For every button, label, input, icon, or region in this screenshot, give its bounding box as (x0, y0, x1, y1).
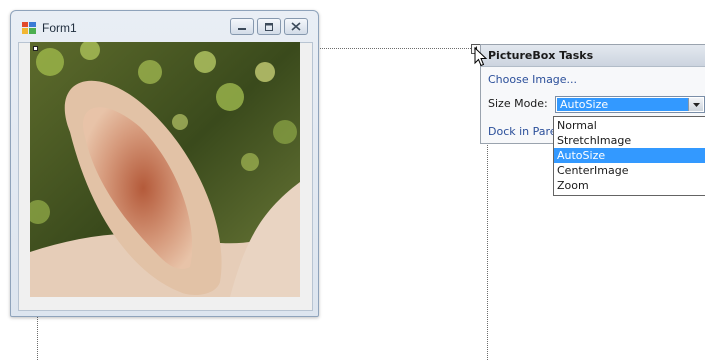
maximize-button[interactable] (257, 18, 281, 35)
close-icon (291, 22, 301, 31)
rabbit-ear-photo (30, 42, 300, 297)
size-mode-combobox[interactable]: AutoSize (555, 96, 705, 113)
form-app-icon (22, 22, 36, 34)
designer-guide-vertical-right (487, 140, 488, 360)
dropdown-option-stretchimage[interactable]: StretchImage (554, 133, 705, 148)
caption-buttons (230, 18, 308, 35)
form-title: Form1 (42, 21, 77, 35)
size-mode-dropdown-list: Normal StretchImage AutoSize CenterImage… (553, 116, 705, 196)
tasks-panel-title: PictureBox Tasks (481, 45, 705, 67)
mouse-cursor-icon (474, 47, 488, 67)
dropdown-option-autosize[interactable]: AutoSize (554, 148, 705, 163)
size-mode-label: Size Mode: (488, 97, 548, 110)
maximize-icon (265, 22, 273, 31)
size-mode-value: AutoSize (557, 98, 688, 111)
dropdown-option-zoom[interactable]: Zoom (554, 178, 705, 193)
form-title-bar[interactable]: Form1 (11, 11, 318, 41)
dock-in-parent-link[interactable]: Dock in Pare (488, 125, 557, 138)
minimize-icon (238, 27, 246, 30)
dropdown-option-centerimage[interactable]: CenterImage (554, 163, 705, 178)
combo-dropdown-button[interactable] (688, 98, 703, 111)
minimize-button[interactable] (230, 18, 254, 35)
dropdown-option-normal[interactable]: Normal (554, 118, 705, 133)
chevron-down-icon (692, 102, 700, 107)
selection-handle[interactable] (33, 46, 38, 51)
choose-image-link[interactable]: Choose Image... (488, 73, 577, 86)
close-button[interactable] (284, 18, 308, 35)
picture-box[interactable] (30, 42, 300, 297)
